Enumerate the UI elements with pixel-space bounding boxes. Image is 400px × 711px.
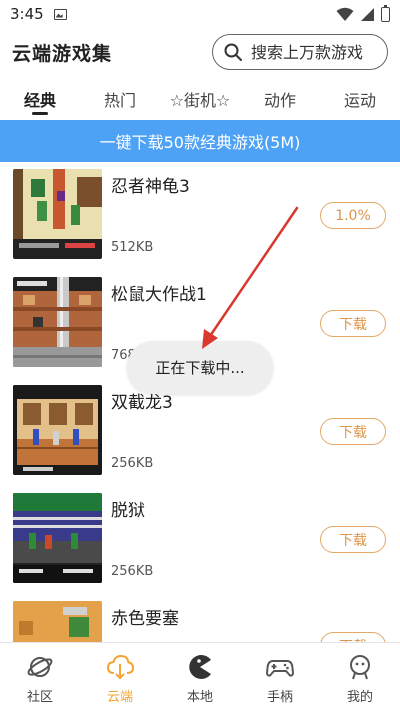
nav-local[interactable]: 本地	[160, 643, 240, 711]
nav-mine[interactable]: 我的	[320, 643, 400, 711]
nav-cloud[interactable]: 云端	[80, 643, 160, 711]
status-time: 3:45	[10, 5, 44, 23]
game-thumbnail	[13, 385, 102, 475]
tab-classic[interactable]: 经典	[0, 80, 80, 118]
game-item[interactable]: 忍者神龟3 512KB 1.0%	[0, 162, 400, 262]
game-size: 256KB	[111, 456, 154, 471]
game-name: 赤色要塞	[111, 609, 179, 629]
status-icons	[336, 4, 390, 22]
pacman-icon	[189, 655, 211, 679]
tab-arcade[interactable]: ☆街机☆	[160, 80, 240, 118]
game-thumbnail	[13, 493, 102, 583]
game-thumbnail	[13, 277, 102, 367]
battery-icon	[381, 4, 390, 22]
game-list: 忍者神龟3 512KB 1.0% 松鼠大作战1 768KB 下载	[0, 162, 400, 642]
nav-label: 我的	[346, 690, 373, 705]
search-icon	[224, 43, 242, 61]
game-item[interactable]: 赤色要塞 下载	[0, 594, 400, 642]
game-thumbnail	[13, 601, 102, 642]
app-header: 云端游戏集	[0, 30, 400, 74]
status-bar: 3:45	[0, 0, 400, 28]
search-input[interactable]	[251, 42, 381, 62]
game-name: 忍者神龟3	[111, 177, 190, 197]
game-thumbnail	[13, 169, 102, 259]
game-name: 松鼠大作战1	[111, 285, 207, 305]
gamepad-icon	[266, 660, 294, 677]
nav-label: 本地	[186, 690, 213, 705]
image-notification-icon	[53, 8, 67, 20]
game-size: 256KB	[111, 564, 154, 579]
app-title: 云端游戏集	[12, 42, 113, 65]
nav-gamepad[interactable]: 手柄	[240, 643, 320, 711]
cloud-download-icon	[106, 654, 134, 680]
tab-action[interactable]: 动作	[240, 80, 320, 118]
downloading-toast: 正在下载中...	[127, 341, 273, 394]
user-face-icon	[350, 655, 370, 680]
search-bar[interactable]	[212, 34, 388, 70]
game-name: 脱狱	[111, 501, 145, 521]
game-item[interactable]: 脱狱 256KB 下载	[0, 486, 400, 586]
nav-label: 手柄	[266, 690, 293, 705]
game-size: 512KB	[111, 240, 154, 255]
download-button[interactable]: 下载	[320, 418, 386, 445]
wifi-icon	[336, 7, 354, 21]
nav-label: 社区	[26, 690, 53, 705]
nav-community[interactable]: 社区	[0, 643, 80, 711]
signal-icon	[361, 7, 374, 21]
bottom-nav: 社区 云端 本地 手柄 我的	[0, 642, 400, 711]
nav-label: 云端	[106, 690, 133, 705]
category-tabs: 经典 热门 ☆街机☆ 动作 运动	[0, 80, 400, 118]
tab-sports[interactable]: 运动	[320, 80, 400, 118]
download-button[interactable]: 下载	[320, 310, 386, 337]
tab-hot[interactable]: 热门	[80, 80, 160, 118]
download-all-banner[interactable]: 一键下载50款经典游戏(5M)	[0, 120, 400, 162]
download-button[interactable]: 下载	[320, 526, 386, 553]
download-button[interactable]: 下载	[320, 632, 386, 642]
planet-icon	[27, 657, 53, 677]
download-progress-button[interactable]: 1.0%	[320, 202, 386, 229]
